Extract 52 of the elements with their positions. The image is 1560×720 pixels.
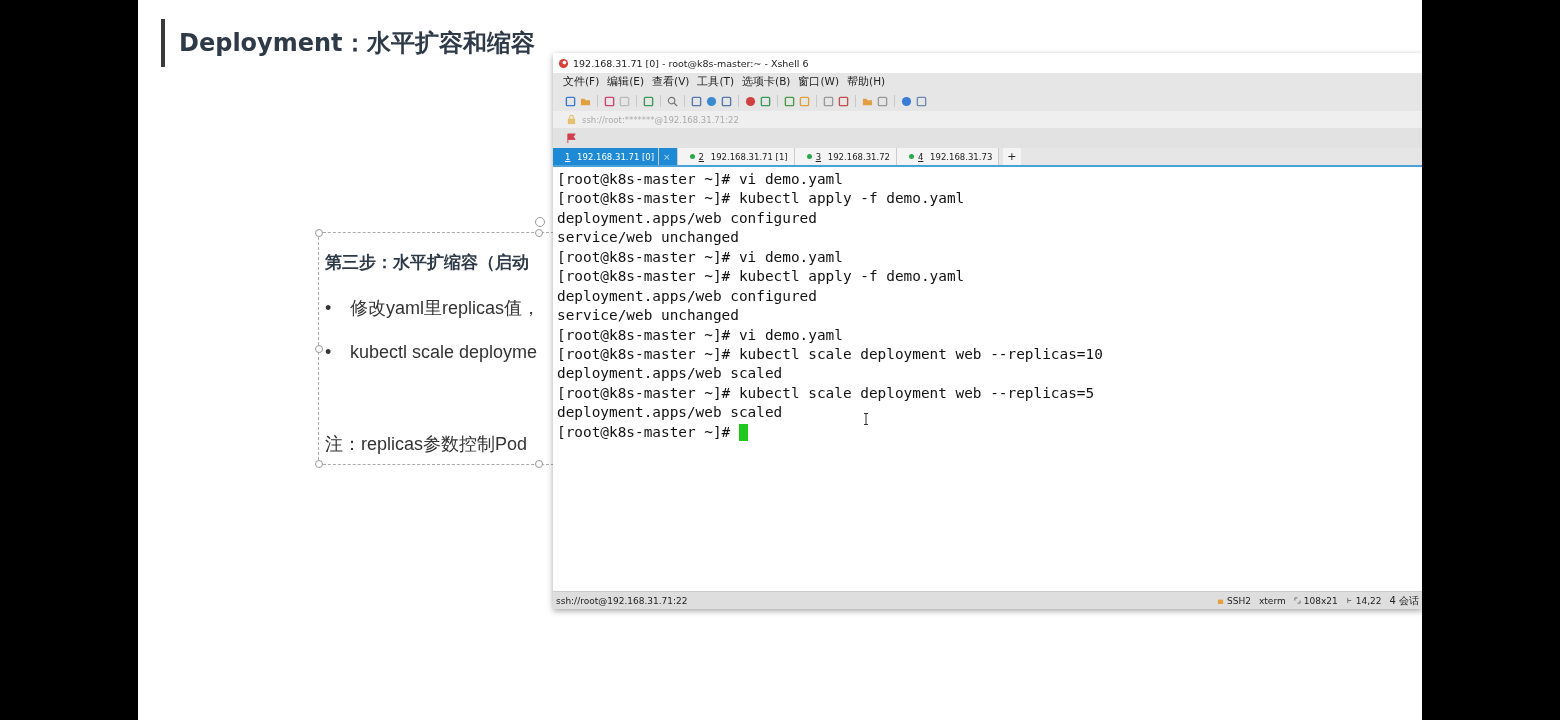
terminal-line: [root@k8s-master ~]# (557, 422, 732, 442)
text-cursor (738, 423, 748, 441)
menu-item[interactable]: 文件(F) (563, 75, 600, 89)
terminal-line: service/web unchanged (557, 306, 739, 326)
menu-item[interactable]: 编辑(E) (607, 75, 645, 89)
cursor-position-icon (1345, 597, 1353, 604)
new-session-icon[interactable] (565, 95, 576, 107)
resize-handle[interactable] (535, 460, 543, 468)
menu-item[interactable]: 工具(T) (697, 75, 735, 89)
terminal-line: [root@k8s-master ~]# vi demo.yaml (557, 247, 843, 267)
window-title: 192.168.31.71 [0] - root@k8s-master:~ - Xshell 6 (573, 57, 809, 69)
terminal-line: deployment.apps/web configured (557, 286, 817, 306)
terminal-line: [root@k8s-master ~]# kubectl apply -f demo.yaml (557, 189, 965, 209)
resize-handle[interactable] (315, 229, 323, 237)
session-tab[interactable]: 1 192.168.31.71 [0] (553, 148, 660, 165)
resize-handle[interactable] (315, 460, 323, 468)
terminal-line: [root@k8s-master ~]# kubectl apply -f demo.yaml (557, 267, 965, 287)
session-tab[interactable]: 3 192.168.31.72 (794, 148, 897, 165)
terminal-line: [root@k8s-master ~]# kubectl scale deployment web --replicas=5 (557, 383, 1095, 403)
session-count: 4 会话 (1389, 593, 1419, 608)
bullet-item: • 修改yaml里replicas值， (325, 297, 541, 320)
flag-icon (566, 132, 577, 144)
slide-title: Deployment：水平扩容和缩容 (179, 28, 535, 59)
new-tab-button[interactable]: + (1003, 148, 1021, 165)
terminal-line: service/web unchanged (557, 228, 739, 248)
session-tab[interactable]: 4 192.168.31.73 (897, 148, 1000, 165)
resize-handle[interactable] (315, 345, 323, 353)
terminal-line: deployment.apps/web scaled (557, 403, 783, 423)
step-heading: 第三步：水平扩缩容（启动 (325, 252, 529, 274)
shell-logo-icon (558, 57, 569, 69)
resize-handle[interactable] (535, 229, 543, 237)
session-tab[interactable]: 2 192.168.31.71 [1] (677, 148, 795, 165)
menu-item[interactable]: 窗口(W) (798, 75, 840, 89)
menu-item[interactable]: 查看(V) (652, 75, 690, 89)
terminal-line: deployment.apps/web configured (557, 208, 817, 228)
title-accent-bar (161, 19, 165, 67)
terminal-line: deployment.apps/web scaled (557, 364, 783, 384)
note-text: 注：replicas参数控制Pod (325, 433, 528, 456)
i-beam-pointer-icon (863, 413, 869, 425)
terminal-line: [root@k8s-master ~]# vi demo.yaml (557, 170, 843, 189)
connection-status: ssh://root@192.168.31.71:22 (556, 595, 688, 606)
menu-item[interactable]: 选项卡(B) (742, 75, 791, 89)
terminal-line: [root@k8s-master ~]# vi demo.yaml (557, 325, 843, 345)
search-icon[interactable] (667, 95, 678, 107)
terminal-line: [root@k8s-master ~]# kubectl scale deployment web --replicas=10 (557, 344, 1103, 364)
protocol-status: SSH2 (1227, 595, 1251, 606)
size-status: 108x21 (1303, 595, 1338, 606)
terminal-type-status: xterm (1259, 595, 1286, 606)
bullet-item: • kubectl scale deployme (325, 342, 538, 363)
cursor-status: 14,22 (1355, 595, 1382, 606)
resize-icon (1293, 597, 1301, 604)
menu-item[interactable]: 帮助(H) (847, 75, 886, 89)
